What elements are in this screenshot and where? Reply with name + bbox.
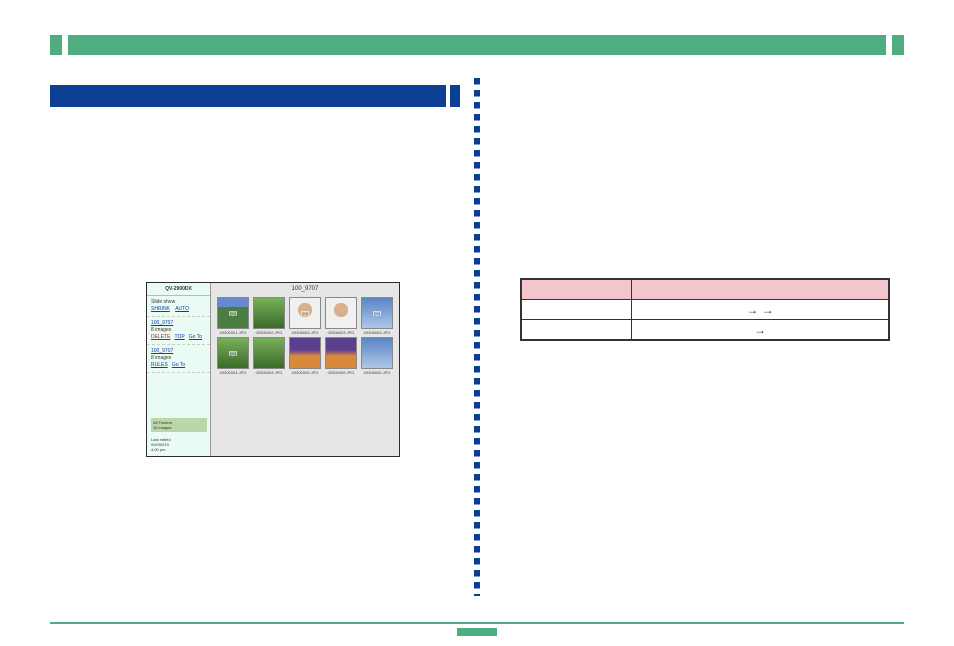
table-row: → →: [522, 300, 889, 320]
thumbnail-image[interactable]: [253, 337, 285, 369]
section-headline: [50, 85, 460, 107]
thumbnail-image[interactable]: [M]: [361, 297, 393, 329]
thumbnail-filename: 09308003.JPG: [364, 330, 391, 335]
thumbnail-item[interactable]: 09300004.JPG: [253, 337, 285, 375]
thumbnail-item[interactable]: 09308003.JPG: [325, 297, 357, 335]
folder2-link[interactable]: 100_9707: [151, 348, 206, 355]
goto-link[interactable]: Go To: [189, 334, 202, 340]
slide-show-block: Slide show SHRINK AUTO: [147, 296, 210, 317]
thumbnail-item[interactable]: 09308006.JPG: [361, 337, 393, 375]
arrow-icon: →: [754, 323, 766, 337]
banner-cap-left: [50, 35, 62, 55]
slide-show-label: Slide show: [151, 299, 206, 306]
table: → → →: [521, 279, 889, 340]
thumbnail-tag: [M]: [229, 311, 237, 316]
top-link[interactable]: TOP: [175, 334, 185, 340]
folder-block-2: 100_9707 8 images RULES Go To: [147, 345, 210, 373]
table-header-1: [522, 280, 632, 300]
top-banner: [50, 35, 904, 55]
thumbnail-image[interactable]: [361, 337, 393, 369]
thumbnail-item[interactable]: 09300006.JPG: [325, 337, 357, 375]
thumbnail-tag: [M]: [301, 311, 309, 316]
http-server-screenshot: QV-2900DX Slide show SHRINK AUTO 100_970…: [146, 282, 400, 457]
click-action-table: → → →: [520, 278, 890, 341]
folder1-link[interactable]: 100_9707: [151, 320, 206, 327]
shrink-link[interactable]: SHRINK: [151, 306, 170, 312]
thumbnail-filename: 09300006.JPG: [328, 370, 355, 375]
folder-block-1: 100_9707 8 images DELETE TOP Go To: [147, 317, 210, 345]
thumbnail-item[interactable]: [M] 09308003.JPG: [289, 297, 321, 335]
thumbnail-image[interactable]: [M]: [217, 297, 249, 329]
thumbnail-image[interactable]: [253, 297, 285, 329]
thumbnail-filename: 09300004.JPG: [256, 370, 283, 375]
thumbnail-tag: [M]: [229, 351, 237, 356]
banner-cap-right: [892, 35, 904, 55]
camera-model-label: QV-2900DX: [147, 283, 210, 296]
headline-bar: [50, 85, 446, 107]
screenshot-main: 100_9707 [M] 09300001.JPG 09300002.JPG [M] 0…: [211, 283, 399, 456]
table-header-2: [632, 280, 889, 300]
banner-mid: [68, 35, 886, 55]
all-folders-box: All Folders 16 images: [151, 418, 207, 432]
table-header-row: [522, 280, 889, 300]
thumbnail-filename: 09300005.JPG: [292, 370, 319, 375]
thumbnail-row-1: [M] 09300001.JPG 09300002.JPG [M] 09308003.J…: [215, 297, 395, 335]
thumbnail-item[interactable]: 09300005.JPG: [289, 337, 321, 375]
thumbnail-filename: 09300004.JPG: [220, 370, 247, 375]
thumbnail-image[interactable]: [325, 297, 357, 329]
thumbnail-tag: [M]: [373, 311, 381, 316]
thumbnail-item[interactable]: 09300002.JPG: [253, 297, 285, 335]
headline-cap: [450, 85, 460, 107]
last-edited-time: 4:00 pm: [151, 447, 165, 452]
table-cell: [522, 320, 632, 340]
table-row: →: [522, 320, 889, 340]
bottom-rule: [50, 622, 904, 624]
thumbnail-filename: 09308006.JPG: [364, 370, 391, 375]
thumbnail-item[interactable]: [M] 09300001.JPG: [217, 297, 249, 335]
all-folders-count: 16 images: [153, 425, 171, 430]
goto-link-2[interactable]: Go To: [172, 362, 185, 368]
thumbnail-item[interactable]: [M] 09308003.JPG: [361, 297, 393, 335]
thumbnail-filename: 09300001.JPG: [220, 330, 247, 335]
table-cell: → →: [632, 300, 889, 320]
folder1-count: 8 images: [151, 327, 206, 334]
thumbnail-image[interactable]: [289, 337, 321, 369]
thumbnail-image[interactable]: [325, 337, 357, 369]
thumbnail-filename: 09308003.JPG: [292, 330, 319, 335]
rules-link[interactable]: RULES: [151, 362, 168, 368]
thumbnail-row-2: [M] 09300004.JPG 09300004.JPG 09300005.JPG 0…: [215, 337, 395, 375]
last-edited-block: Last edited 09/09/019 4:00 pm: [151, 437, 171, 452]
vertical-dotted-divider: [474, 78, 480, 596]
table-cell: [522, 300, 632, 320]
thumbnail-item[interactable]: [M] 09300004.JPG: [217, 337, 249, 375]
table-cell: →: [632, 320, 889, 340]
thumbnail-filename: 09300002.JPG: [256, 330, 283, 335]
auto-link[interactable]: AUTO: [175, 306, 189, 312]
folder2-count: 8 images: [151, 355, 206, 362]
arrow-icon: → →: [746, 303, 773, 317]
page-number-badge: [457, 628, 497, 636]
main-folder-title: 100_9707: [211, 283, 399, 295]
thumbnail-image[interactable]: [M]: [217, 337, 249, 369]
thumbnail-image[interactable]: [M]: [289, 297, 321, 329]
thumbnail-filename: 09308003.JPG: [328, 330, 355, 335]
delete-link[interactable]: DELETE: [151, 334, 170, 340]
